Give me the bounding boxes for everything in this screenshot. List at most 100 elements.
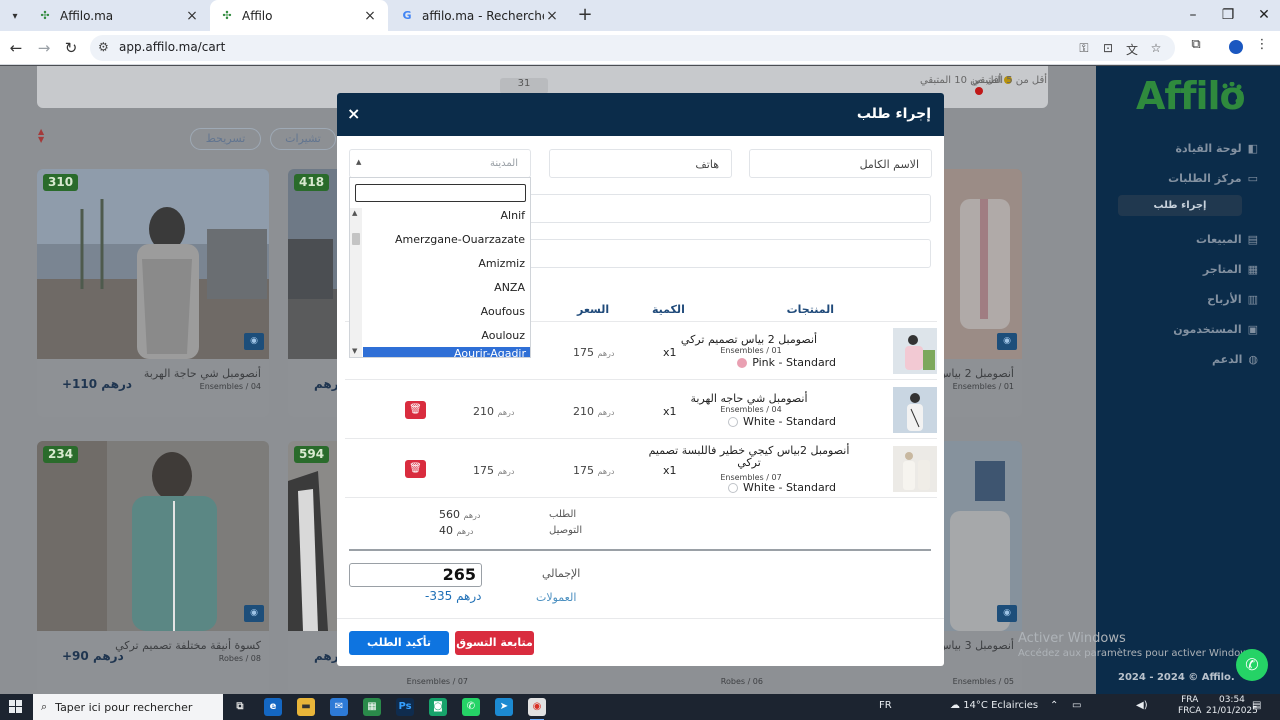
mail-icon[interactable]: ✉ [330,698,348,716]
reload-button[interactable]: ↻ [59,36,83,60]
delivery-value: درهم 40 [439,524,473,537]
city-option[interactable]: Alnif [501,209,525,222]
lang-text: FRA [1181,695,1199,705]
cart-product-variant: White - Standard [728,481,836,494]
eye-icon[interactable]: ◉ [244,333,264,350]
store-icon: ▦ [1247,263,1258,276]
product-category: Ensembles / 04 [199,382,261,391]
cart-product-name: أنصومبل شي حاجه الهربة [690,392,808,405]
back-button[interactable]: ← [4,36,28,60]
weather-widget[interactable]: ☁ 14°C Eclaircies [950,700,1038,711]
delete-icon[interactable]: 🗑 [405,460,426,478]
close-icon[interactable]: × [347,104,360,123]
site-info-icon[interactable]: ⚙ [98,40,109,54]
notifications-icon[interactable]: ▤ [1252,700,1261,711]
task-view-icon[interactable]: ⧉ [231,698,249,716]
chrome-taskbar-icon[interactable]: ◉ [528,698,546,720]
close-icon[interactable]: × [362,8,378,24]
install-app-icon[interactable]: ⊡ [1100,41,1116,57]
photoshop-icon[interactable]: Ps [396,698,414,716]
city-select[interactable]: ▲ المدينة [349,149,531,178]
affilo-favicon-icon: ✣ [222,9,232,22]
window-close-button[interactable]: ✕ [1246,0,1280,31]
network-icon[interactable]: ▭ [1072,700,1081,711]
scroll-up-icon[interactable]: ▲ [352,209,357,217]
delete-icon[interactable]: 🗑 [405,401,426,419]
dropdown-scrollbar[interactable] [350,208,362,357]
extensions-icon[interactable]: ⧉ [1187,37,1205,55]
sidebar-item-orders[interactable]: مركز الطلبات ▭ [1168,172,1258,185]
sidebar-item-users[interactable]: المستخدمون ▣ [1173,323,1258,336]
scroll-down-icon[interactable]: ▼ [352,347,357,355]
city-search-input[interactable] [355,184,526,202]
taskbar-search[interactable]: ⌕ Taper ici pour rechercher [33,694,223,720]
language-indicator[interactable]: FRA FRCA [1178,695,1201,717]
scrollbar-thumb[interactable] [352,233,360,245]
browser-toolbar: ← → ↻ ⚙ app.affilo.ma/cart ⚿ ⊡ 文 ☆ ⧉ ⋮ [0,31,1280,65]
sidebar-item-support[interactable]: الدعم ◍ [1212,353,1258,366]
sidebar-item-label: المتاجر [1202,263,1242,276]
clock-time: 03:54 [1218,695,1245,705]
minimize-button[interactable]: – [1175,0,1211,31]
sidebar-item-dashboard[interactable]: لوحة القيادة ◧ [1176,142,1258,155]
filter-button[interactable]: تسريحط [190,128,261,150]
full-name-field[interactable]: الاسم الكامل [749,149,932,178]
volume-icon[interactable]: ◀) [1136,700,1148,711]
chrome-menu-icon[interactable]: ⋮ [1253,37,1271,55]
product-card[interactable]: 310 ◉ أنصومبل شي حاجة الهربة Ensembles /… [37,169,269,417]
confirm-order-button[interactable]: تأكيد الطلب [349,631,449,655]
city-option[interactable]: ANZA [494,281,525,294]
windows-start-icon[interactable] [9,700,23,714]
system-clock[interactable]: 03:54 21/01/2025 [1206,695,1258,717]
whatsapp-taskbar-icon[interactable]: ✆ [462,698,480,716]
tab-affilo[interactable]: ✣ Affilo × [210,0,388,31]
file-explorer-icon[interactable]: ▬ [297,698,315,716]
city-option[interactable]: Amerzgane-Ouarzazate [395,233,525,246]
keyboard-layout[interactable]: FR [879,700,892,711]
close-icon[interactable]: × [544,8,560,24]
forward-button[interactable]: → [32,36,56,60]
tab-affilo-ma[interactable]: ✣ Affilo.ma × [28,0,210,31]
eye-icon[interactable]: ◉ [244,605,264,622]
sidebar-item-profit[interactable]: الأرباح ▥ [1207,293,1258,306]
product-card[interactable]: 234 ◉ كسوة أنيقة مختلفة تصميم تركي Robes… [37,441,269,694]
password-key-icon[interactable]: ⚿ [1076,41,1092,57]
close-icon[interactable]: × [184,8,200,24]
restore-button[interactable]: ❐ [1210,0,1246,31]
city-option[interactable]: Amizmiz [478,257,525,270]
address-bar[interactable]: ⚙ app.affilo.ma/cart ⚿ ⊡ 文 ☆ [90,35,1175,61]
edge-icon[interactable]: e [264,698,282,716]
show-hidden-icons[interactable]: ⌃ [1050,700,1058,711]
sidebar-item-sales[interactable]: المبيعات ▤ [1196,233,1258,246]
filter-button[interactable]: تشيرات [270,128,336,150]
city-option-highlighted[interactable]: Aourir-Agadir [363,347,530,357]
cart-product-name: أنصومبل 2 بياس تصميم تركي [680,333,818,346]
tab-google-search[interactable]: G affilo.ma - Recherche Google × [390,0,570,31]
app-icon[interactable]: ◙ [429,698,447,716]
sidebar-item-stores[interactable]: المتاجر ▦ [1203,263,1258,276]
new-tab-button[interactable]: + [575,5,595,25]
eye-icon[interactable]: ◉ [997,333,1017,350]
profile-avatar-icon[interactable] [1229,40,1243,54]
total-value: 265 [349,563,482,587]
delivery-amount: 40 [439,524,453,537]
city-option[interactable]: Aoufous [481,305,525,318]
translate-icon[interactable]: 文 [1124,41,1140,57]
variant-label: White - Standard [743,415,836,428]
continue-shopping-button[interactable]: متابعة التسوق [455,631,534,655]
phone-field[interactable]: هاتف [549,149,732,178]
column-header-quantity: الكمية [652,303,685,316]
tab-search-button[interactable]: ▾ [5,6,25,26]
divider [345,438,937,439]
store-app-icon[interactable]: ▦ [363,698,381,716]
sidebar-subitem-place-order[interactable]: إجراء طلب [1118,195,1242,216]
telegram-icon[interactable]: ➤ [495,698,513,716]
sort-arrows-icon[interactable]: ▲ ▼ [38,128,44,144]
orders-icon: ▭ [1247,172,1258,185]
sidebar-item-label: لوحة القيادة [1175,142,1242,155]
summary-divider [349,549,931,551]
eye-icon[interactable]: ◉ [997,605,1017,622]
whatsapp-icon[interactable]: ✆ [1236,649,1268,681]
city-option[interactable]: Aoulouz [481,329,525,342]
bookmark-star-icon[interactable]: ☆ [1148,41,1164,57]
